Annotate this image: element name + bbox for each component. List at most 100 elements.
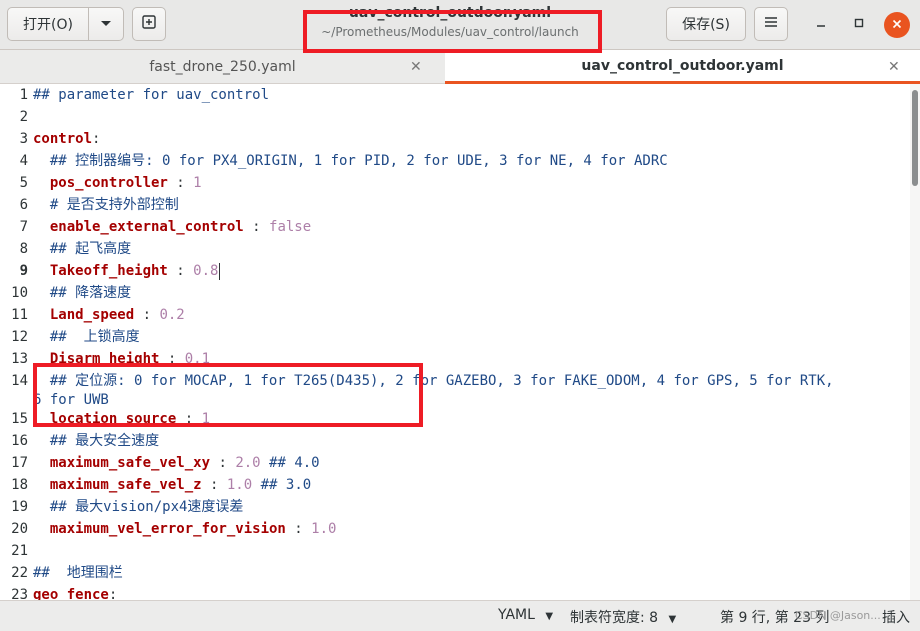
code-line[interactable]: 10 ## 降落速度	[0, 282, 910, 304]
code-token: :	[243, 219, 270, 235]
language-selector[interactable]: YAML ▼	[498, 607, 553, 623]
minimize-button[interactable]	[808, 12, 834, 38]
insert-mode[interactable]: 插入	[882, 607, 910, 627]
text-cursor	[219, 262, 221, 280]
open-menu-button[interactable]	[88, 7, 124, 41]
line-number: 19	[11, 499, 28, 515]
vertical-scrollbar[interactable]	[910, 84, 920, 600]
tab-width-selector[interactable]: 制表符宽度: 8 ▼	[570, 607, 676, 627]
line-number: 20	[11, 521, 28, 537]
code-token: ## 起飞高度	[33, 241, 132, 257]
chevron-down-icon	[100, 16, 112, 32]
code-line[interactable]: 18 maximum_safe_vel_z : 1.0 ## 3.0	[0, 474, 910, 496]
code-line[interactable]: 6 # 是否支持外部控制	[0, 194, 910, 216]
tab-close-icon[interactable]: ✕	[410, 59, 422, 75]
maximize-button[interactable]	[846, 12, 872, 38]
code-line[interactable]: 5 pos_controller : 1	[0, 172, 910, 194]
code-token: ## 最大安全速度	[33, 433, 160, 449]
close-window-button[interactable]	[884, 12, 910, 38]
code-line[interactable]: 17 maximum_safe_vel_xy : 2.0 ## 4.0	[0, 452, 910, 474]
code-token: :	[92, 131, 101, 147]
tab-label: uav_control_outdoor.yaml	[581, 57, 784, 74]
code-line[interactable]: 1 ## parameter for uav_control	[0, 84, 910, 106]
watermark: CSDN @Jason...	[795, 609, 881, 622]
line-number: 1	[19, 87, 28, 103]
line-number: 6	[19, 197, 28, 213]
save-button[interactable]: 保存(S)	[666, 7, 746, 41]
code-text: ## 上锁高度	[33, 326, 140, 348]
code-token: :	[167, 175, 194, 191]
code-line[interactable]: 20 maximum_vel_error_for_vision : 1.0	[0, 518, 910, 540]
code-token: enable_external_control	[33, 219, 244, 235]
tab-uav-control-outdoor[interactable]: uav_control_outdoor.yaml ✕	[445, 50, 920, 84]
code-text: enable_external_control : false	[33, 216, 311, 238]
code-line[interactable]: 23 geo_fence:	[0, 584, 910, 600]
menu-button[interactable]	[754, 7, 788, 41]
new-document-icon	[141, 14, 157, 34]
code-line[interactable]: 3 control:	[0, 128, 910, 150]
line-number: 8	[19, 241, 28, 257]
status-bar: YAML ▼ 制表符宽度: 8 ▼ 第 9 行, 第 23 列 CSDN @Ja…	[0, 600, 920, 631]
tab-width-label: 制表符宽度: 8	[570, 610, 659, 626]
code-line[interactable]: 22 ## 地理围栏	[0, 562, 910, 584]
text-editor[interactable]: 1 ## parameter for uav_control 2 3 control: 4…	[0, 84, 910, 600]
chevron-down-icon: ▼	[668, 614, 677, 625]
code-text: pos_controller : 1	[33, 172, 202, 194]
tab-close-icon[interactable]: ✕	[888, 59, 900, 75]
code-token: :	[210, 455, 236, 471]
code-line[interactable]: 8 ## 起飞高度	[0, 238, 910, 260]
line-number: 13	[11, 351, 28, 367]
line-number: 2	[19, 109, 28, 125]
line-number: 22	[11, 565, 28, 581]
code-line[interactable]: 2	[0, 106, 910, 128]
tab-fast-drone-250[interactable]: fast_drone_250.yaml ✕	[0, 50, 445, 84]
code-token: maximum_vel_error_for_vision	[33, 521, 286, 537]
code-token: ## 3.0	[252, 477, 312, 493]
code-line[interactable]: 19 ## 最大vision/px4速度误差	[0, 496, 910, 518]
line-number: 3	[19, 131, 28, 147]
line-number: 23	[11, 587, 28, 600]
code-token: ## 4.0	[260, 455, 320, 471]
line-number: 15	[11, 411, 28, 427]
code-token: ## 降落速度	[33, 285, 132, 301]
code-line[interactable]: 16 ## 最大安全速度	[0, 430, 910, 452]
scrollbar-thumb[interactable]	[912, 90, 918, 186]
line-number: 11	[11, 307, 28, 323]
code-line[interactable]: 21	[0, 540, 910, 562]
code-token: ## parameter for uav_control	[33, 87, 270, 103]
line-number: 9	[19, 263, 28, 279]
code-token: maximum_safe_vel_z	[33, 477, 202, 493]
code-text: ## 最大安全速度	[33, 430, 159, 452]
line-number: 17	[11, 455, 28, 471]
line-number: 5	[19, 175, 28, 191]
hamburger-menu-icon	[764, 16, 778, 32]
highlight-box-title	[303, 10, 602, 53]
line-number: 21	[11, 543, 28, 559]
code-token: :	[201, 477, 227, 493]
code-token: ## 上锁高度	[33, 329, 140, 345]
code-line[interactable]: 11 Land_speed : 0.2	[0, 304, 910, 326]
code-token: :	[134, 307, 160, 323]
code-text: maximum_vel_error_for_vision : 1.0	[33, 518, 337, 540]
code-text: geo_fence:	[33, 584, 117, 600]
code-token: false	[269, 219, 312, 235]
code-line[interactable]: 12 ## 上锁高度	[0, 326, 910, 348]
code-text: ## 最大vision/px4速度误差	[33, 496, 244, 518]
code-token: 2.0	[235, 455, 261, 471]
open-button[interactable]: 打开(O)	[7, 7, 89, 41]
chevron-down-icon: ▼	[545, 611, 554, 622]
code-token: :	[167, 263, 194, 279]
code-line[interactable]: 9 Takeoff_height : 0.8	[0, 260, 910, 282]
maximize-icon	[853, 17, 865, 33]
new-tab-button[interactable]	[132, 7, 166, 41]
code-token: 1.0	[311, 521, 337, 537]
code-line[interactable]: 4 ## 控制器编号: 0 for PX4_ORIGIN, 1 for PID,…	[0, 150, 910, 172]
code-line[interactable]: 7 enable_external_control : false	[0, 216, 910, 238]
highlight-box-location-source	[33, 363, 423, 427]
insert-mode-label: 插入	[882, 610, 910, 626]
code-token: control	[33, 131, 93, 147]
code-text: ## 降落速度	[33, 282, 131, 304]
code-text: Takeoff_height : 0.8	[33, 260, 221, 282]
code-text: maximum_safe_vel_xy : 2.0 ## 4.0	[33, 452, 320, 474]
code-token: 0.8	[193, 263, 219, 279]
